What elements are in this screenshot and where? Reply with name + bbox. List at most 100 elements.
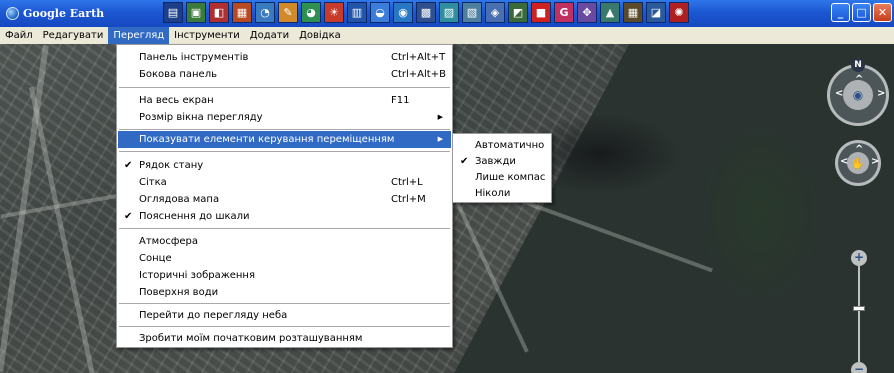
menu-separator: [119, 151, 450, 152]
network-icon[interactable]: ▲: [600, 2, 620, 23]
checkmark-icon: ✔: [124, 160, 133, 171]
menu-item-historical-imagery[interactable]: Історичні зображення: [118, 267, 451, 284]
email-icon[interactable]: ▩: [416, 2, 436, 23]
toolbar: ▤ ▣ ◧ ▦ ◔ ✎ ◕ ☀ ▥ ◒ ◉ ▩ ▨ ▧ ◈ ◩ ■ G ✥ ▲ ▦ ◪ ✺: [163, 2, 692, 23]
ruler-icon[interactable]: ◒: [370, 2, 390, 23]
menu-item-label: Зробити моїм початковим розташуванням: [139, 333, 363, 344]
menu-separator: [119, 303, 450, 304]
menu-item-atmosphere[interactable]: Атмосфера: [118, 233, 451, 250]
title-bar: Google Earth ▤ ▣ ◧ ▦ ◔ ✎ ◕ ☀ ▥ ◒ ◉ ▩ ▨ ▧ ◈ ◩ ■ G ✥ ▲ ▦ ◪ ✺ _ □…: [0, 0, 894, 27]
menu-add[interactable]: Додати: [245, 27, 294, 44]
menu-item-label: На весь екран: [139, 95, 214, 106]
menu-separator: [119, 129, 450, 130]
print-icon[interactable]: ▨: [439, 2, 459, 23]
polygon-icon[interactable]: ◧: [209, 2, 229, 23]
maps-icon[interactable]: ◈: [485, 2, 505, 23]
menu-item-sun[interactable]: Сонце: [118, 250, 451, 267]
north-indicator[interactable]: N: [851, 58, 865, 72]
record-tour-icon[interactable]: ✎: [278, 2, 298, 23]
tools-icon[interactable]: ✥: [577, 2, 597, 23]
menu-item-shortcut: Ctrl+M: [391, 194, 426, 205]
menu-file[interactable]: Файл: [0, 27, 38, 44]
menu-item-shortcut: Ctrl+Alt+B: [391, 69, 446, 80]
submenu-arrow-icon: ▶: [437, 113, 443, 121]
menu-item-toolbar[interactable]: Панель інструментів Ctrl+Alt+T: [118, 49, 451, 66]
menu-item-label: Сонце: [139, 253, 172, 264]
zoom-slider[interactable]: + −: [851, 250, 867, 373]
menu-item-label: Оглядова мапа: [139, 194, 220, 205]
look-left-icon[interactable]: <: [835, 88, 843, 99]
menu-item-label: Завжди: [475, 156, 516, 167]
menu-item-water-surface[interactable]: Поверхня води: [118, 284, 451, 301]
minimize-button[interactable]: _: [831, 3, 850, 22]
menu-item-sidebar[interactable]: Бокова панель Ctrl+Alt+B: [118, 66, 451, 83]
g-icon[interactable]: G: [554, 2, 574, 23]
checkmark-icon: ✔: [124, 211, 133, 222]
window-controls: _ □ ✕: [829, 3, 892, 22]
move-control[interactable]: ✋ ^ < >: [835, 140, 881, 186]
menu-item-overview-map[interactable]: Оглядова мапа Ctrl+M: [118, 191, 451, 208]
close-button[interactable]: ✕: [873, 3, 892, 22]
menu-item-label: Атмосфера: [139, 236, 199, 247]
menu-view[interactable]: Перегляд: [108, 27, 170, 44]
app-title: Google Earth: [6, 5, 104, 21]
gallery-icon[interactable]: ▦: [623, 2, 643, 23]
menu-item-label: Перейти до перегляду неба: [139, 310, 288, 321]
menu-item-label: Розмір вікна перегляду: [139, 112, 263, 123]
view-menu: Панель інструментів Ctrl+Alt+T Бокова па…: [116, 44, 453, 348]
menu-separator: [119, 326, 450, 327]
submenu-item-compass-only[interactable]: Лише компас: [454, 169, 550, 186]
path-icon[interactable]: ▦: [232, 2, 252, 23]
hand-icon[interactable]: ✋: [847, 152, 869, 174]
save-image-icon[interactable]: ▧: [462, 2, 482, 23]
move-left-icon[interactable]: <: [840, 156, 848, 167]
road: [28, 86, 97, 373]
menu-item-shortcut: Ctrl+Alt+T: [391, 52, 446, 63]
menu-tools[interactable]: Інструменти: [169, 27, 245, 44]
sunlight-icon[interactable]: ☀: [324, 2, 344, 23]
submenu-item-always[interactable]: ✔ Завжди: [454, 153, 550, 170]
menu-item-label: Панель інструментів: [139, 52, 249, 63]
placemark-icon[interactable]: ▣: [186, 2, 206, 23]
zoom-thumb[interactable]: [853, 306, 865, 312]
submenu-item-automatic[interactable]: Автоматично: [454, 137, 550, 154]
flag-icon[interactable]: ■: [531, 2, 551, 23]
menu-item-label: Поверхня води: [139, 287, 219, 298]
menu-separator: [119, 228, 450, 229]
menu-item-make-start-location[interactable]: Зробити моїм початковим розташуванням: [118, 330, 451, 347]
menu-item-scale-legend[interactable]: ✔ Пояснення до шкали: [118, 208, 451, 225]
submenu-arrow-icon: ▶: [437, 135, 443, 143]
zoom-track[interactable]: [858, 266, 860, 362]
menu-item-fullscreen[interactable]: На весь екран F11: [118, 92, 451, 109]
zoom-out-button[interactable]: −: [851, 362, 867, 373]
menu-item-window-size[interactable]: Розмір вікна перегляду ▶: [118, 109, 451, 126]
menu-item-label: Історичні зображення: [139, 270, 255, 281]
zoom-in-button[interactable]: +: [851, 250, 867, 266]
sidebar-toggle-icon[interactable]: ▤: [163, 2, 183, 23]
menu-item-status-bar[interactable]: ✔ Рядок стану: [118, 157, 451, 174]
layers-icon[interactable]: ◩: [508, 2, 528, 23]
view-icon[interactable]: ◪: [646, 2, 666, 23]
look-right-icon[interactable]: >: [877, 88, 885, 99]
menu-item-grid[interactable]: Сітка Ctrl+L: [118, 174, 451, 191]
menu-item-switch-to-sky[interactable]: Перейти до перегляду неба: [118, 307, 451, 324]
menu-edit[interactable]: Редагувати: [38, 27, 109, 44]
menu-item-label: Пояснення до шкали: [139, 211, 250, 222]
image-overlay-icon[interactable]: ◔: [255, 2, 275, 23]
menu-item-show-navigation[interactable]: Показувати елементи керування переміщенн…: [118, 131, 451, 148]
menu-item-label: Автоматично: [475, 140, 545, 151]
globe-icon[interactable]: ◉: [393, 2, 413, 23]
historical-imagery-icon[interactable]: ◕: [301, 2, 321, 23]
sun-icon[interactable]: ✺: [669, 2, 689, 23]
menu-item-shortcut: F11: [391, 95, 410, 106]
submenu-item-never[interactable]: Ніколи: [454, 185, 550, 202]
menu-help[interactable]: Довідка: [294, 27, 346, 44]
menu-item-label: Рядок стану: [139, 160, 204, 171]
maximize-button[interactable]: □: [852, 3, 871, 22]
move-up-icon[interactable]: ^: [855, 144, 863, 155]
look-control[interactable]: ◉ ^ < >: [827, 64, 889, 126]
move-right-icon[interactable]: >: [871, 156, 879, 167]
google-earth-logo-icon: [6, 6, 19, 20]
look-up-icon[interactable]: ^: [855, 74, 863, 85]
sky-switch-icon[interactable]: ▥: [347, 2, 367, 23]
